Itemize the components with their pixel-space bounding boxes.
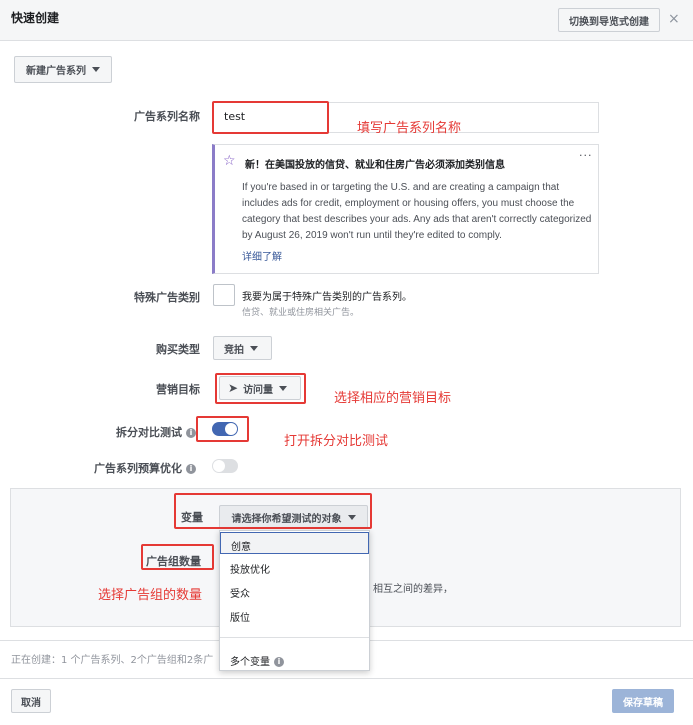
buying-type-label: 购买类型 <box>156 343 200 356</box>
annotation-note-split: 打开拆分对比测试 <box>284 434 389 449</box>
close-icon[interactable]: × <box>668 11 680 27</box>
info-icon: i <box>186 428 196 438</box>
menu-multi-label: 多个变量 <box>230 657 270 668</box>
menu-item-multi[interactable]: 多个变量 i <box>220 648 369 670</box>
switch-guided-button[interactable]: 切换到导览式创建 <box>558 8 660 32</box>
annotation-note-name: 填写广告系列名称 <box>357 121 462 136</box>
caret-down-icon <box>92 67 100 72</box>
buying-type-value: 竞拍 <box>224 344 244 356</box>
star-icon: ☆ <box>223 153 236 169</box>
creation-status: 正在创建：1 个广告系列、2个广告组和2条广 <box>11 655 214 666</box>
cbo-toggle[interactable] <box>212 459 238 473</box>
special-category-label: 特殊广告类别 <box>134 291 200 304</box>
menu-item-delivery[interactable]: 投放优化 <box>220 556 369 578</box>
annotation-box-objective <box>215 373 306 404</box>
special-category-notice: ☆ 新！在美国投放的信贷、就业和住房广告必须添加类别信息 ··· If you'… <box>212 144 599 274</box>
info-icon: i <box>186 464 196 474</box>
new-campaign-label: 新建广告系列 <box>26 66 86 77</box>
annotation-box-name <box>212 101 329 134</box>
dialog-title: 快速创建 <box>11 11 60 25</box>
annotation-box-adset <box>141 544 214 570</box>
menu-item-creative[interactable]: 创意 <box>220 532 369 554</box>
buying-type-dropdown[interactable]: 竞拍 <box>213 336 272 360</box>
info-icon: i <box>274 657 284 667</box>
special-category-text: 我要为属于特殊广告类别的广告系列。 <box>242 292 412 303</box>
objective-label: 营销目标 <box>156 383 200 396</box>
footer-divider <box>0 678 693 679</box>
variable-menu: 创意 投放优化 受众 版位 多个变量 i <box>219 530 370 671</box>
more-options-icon[interactable]: ··· <box>579 149 593 162</box>
annotation-note-objective: 选择相应的营销目标 <box>334 391 452 406</box>
annotation-box-variable <box>174 493 372 529</box>
cbo-label-wrap: 广告系列预算优化 i <box>0 460 196 476</box>
special-category-checkbox[interactable] <box>213 284 235 306</box>
split-test-label-wrap: 拆分对比测试 i <box>0 424 196 440</box>
notice-title: 新！在美国投放的信贷、就业和住房广告必须添加类别信息 <box>245 160 505 171</box>
menu-item-placement[interactable]: 版位 <box>220 604 369 626</box>
save-draft-button[interactable]: 保存草稿 <box>612 689 674 713</box>
toggle-knob <box>213 460 225 472</box>
adset-partial-text: 相互之间的差异， <box>373 584 453 595</box>
cbo-label: 广告系列预算优化 <box>94 462 182 475</box>
notice-body: If you're based in or targeting the U.S.… <box>242 182 592 241</box>
cancel-button[interactable]: 取消 <box>11 689 51 713</box>
learn-more-link[interactable]: 详细了解 <box>242 248 282 263</box>
campaign-name-label: 广告系列名称 <box>134 110 200 123</box>
special-category-subtext: 信贷、就业或住房相关广告。 <box>242 308 360 318</box>
menu-item-audience[interactable]: 受众 <box>220 580 369 602</box>
new-campaign-dropdown[interactable]: 新建广告系列 <box>14 56 112 83</box>
annotation-box-split <box>196 416 249 442</box>
menu-divider <box>220 637 369 638</box>
caret-down-icon <box>250 345 258 351</box>
split-test-label: 拆分对比测试 <box>116 426 182 439</box>
annotation-note-adset: 选择广告组的数量 <box>98 588 203 603</box>
